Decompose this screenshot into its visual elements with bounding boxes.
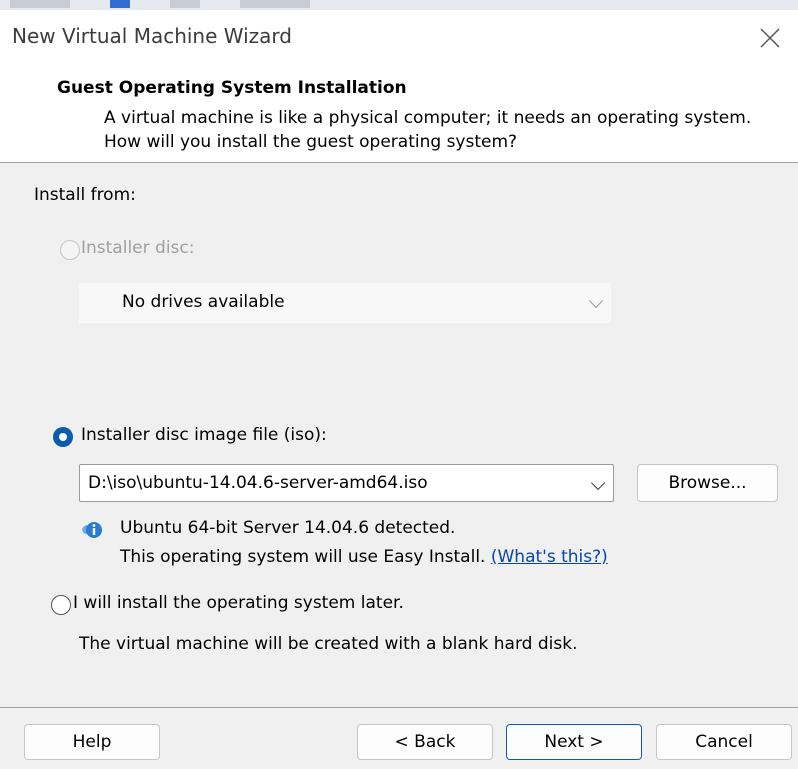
iso-path-combobox[interactable]: D:\iso\ubuntu-14.04.6-server-amd64.iso (79, 464, 614, 502)
toolbar-fragment (170, 0, 200, 8)
help-button[interactable]: Help (24, 724, 160, 760)
cancel-button[interactable]: Cancel (656, 724, 792, 760)
toolbar-fragment (240, 0, 310, 8)
toolbar-fragment (110, 0, 130, 8)
install-later-label: I will install the operating system late… (73, 593, 404, 613)
info-icon (82, 522, 102, 538)
title-bar: New Virtual Machine Wizard (0, 10, 798, 66)
chevron-down-icon (588, 293, 604, 309)
install-later-radio[interactable] (51, 595, 71, 615)
wizard-header: Guest Operating System Installation A vi… (0, 66, 798, 162)
iso-path-value: D:\iso\ubuntu-14.04.6-server-amd64.iso (88, 473, 428, 493)
iso-file-label: Installer disc image file (iso): (81, 425, 327, 445)
whats-this-link[interactable]: (What's this?) (491, 547, 608, 567)
installer-disc-label: Installer disc: (81, 238, 195, 258)
next-button[interactable]: Next > (506, 724, 642, 760)
page-description: A virtual machine is like a physical com… (104, 108, 752, 152)
window-title: New Virtual Machine Wizard (12, 24, 292, 48)
detected-os-text: Ubuntu 64-bit Server 14.04.6 detected. (120, 518, 456, 538)
drive-select-value: No drives available (122, 292, 285, 312)
iso-file-radio[interactable] (53, 427, 73, 447)
installer-disc-radio[interactable] (60, 240, 80, 260)
easy-install-message: This operating system will use Easy Inst… (120, 547, 486, 567)
browse-button[interactable]: Browse... (637, 464, 778, 502)
wizard-footer: Help < Back Next > Cancel (0, 708, 798, 769)
close-icon (760, 28, 780, 48)
page-title: Guest Operating System Installation (57, 78, 407, 98)
chevron-down-icon[interactable] (590, 475, 606, 491)
easy-install-text: This operating system will use Easy Inst… (120, 547, 608, 567)
close-button[interactable] (742, 10, 798, 66)
install-from-label: Install from: (34, 185, 136, 205)
main-panel: Install from: Installer disc: No drives … (0, 163, 798, 707)
install-later-description: The virtual machine will be created with… (79, 634, 578, 654)
drive-select[interactable]: No drives available (79, 283, 611, 323)
back-button[interactable]: < Back (357, 724, 493, 760)
toolbar-fragment (10, 0, 70, 8)
